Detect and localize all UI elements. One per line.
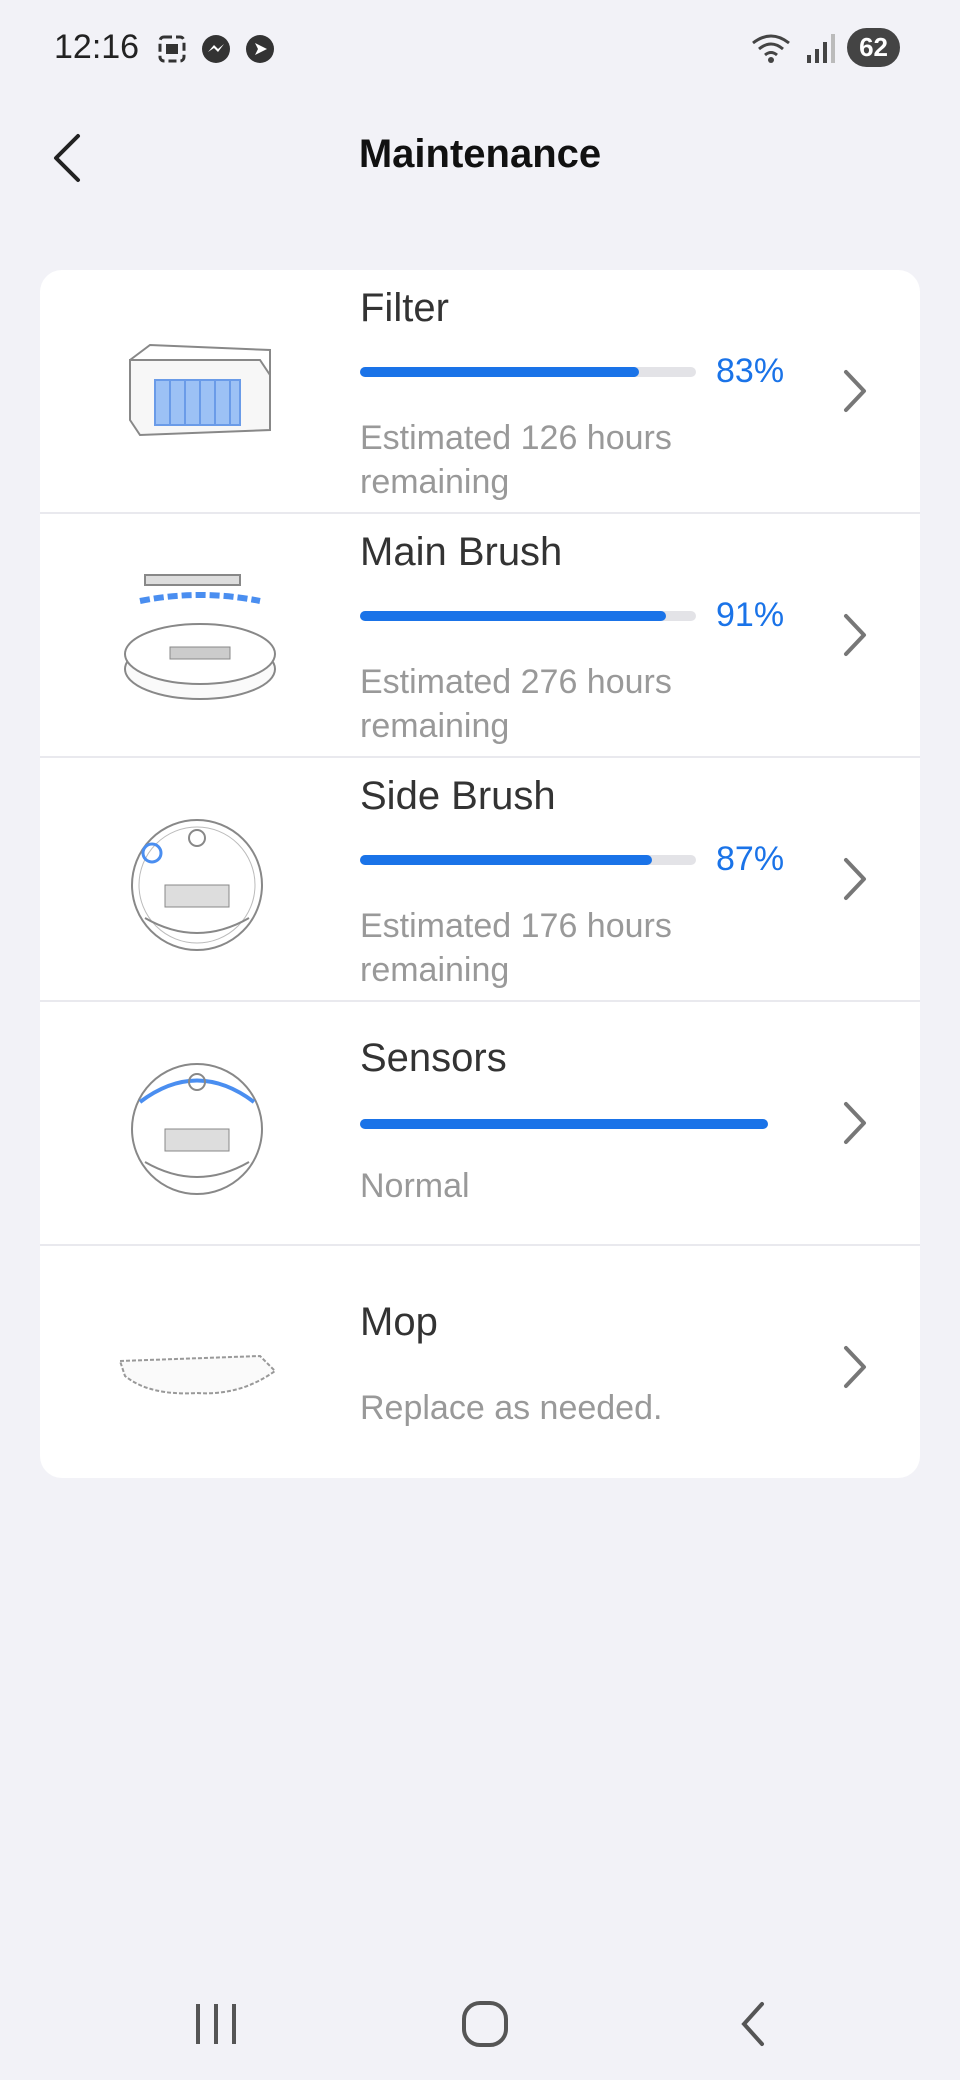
list-item-sensors[interactable]: Sensors Normal — [40, 1002, 920, 1246]
system-navigation-bar — [0, 1960, 960, 2080]
mop-illustration — [118, 1354, 277, 1395]
item-name: Filter — [360, 286, 449, 330]
chevron-right-icon — [844, 370, 866, 412]
item-description: Estimated 126 hours remaining — [360, 419, 672, 501]
item-percent: 87% — [716, 840, 785, 878]
item-name: Sensors — [360, 1036, 507, 1080]
recent-apps-icon[interactable] — [186, 1994, 246, 2054]
home-icon[interactable] — [455, 1994, 515, 2054]
main-brush-illustration — [124, 574, 276, 700]
progress-bar — [360, 1119, 768, 1129]
item-description: Estimated 176 hours remaining — [360, 907, 672, 989]
chevron-right-icon — [844, 858, 866, 900]
progress-bar — [360, 855, 696, 865]
list-item-filter[interactable]: Filter 83% Estimated 126 hours remaining — [40, 270, 920, 514]
item-description: Normal — [360, 1167, 470, 1205]
filter-illustration — [129, 343, 271, 437]
chevron-right-icon — [844, 1102, 866, 1144]
progress-fill — [360, 1119, 768, 1129]
header: Maintenance — [0, 110, 960, 210]
app-notification-icon — [246, 35, 274, 63]
chevron-right-icon — [844, 1346, 866, 1388]
side-brush-illustration — [131, 819, 263, 951]
messenger-icon — [202, 35, 230, 63]
progress-bar — [360, 367, 696, 377]
item-description: Replace as needed. — [360, 1389, 663, 1427]
progress-fill — [360, 367, 639, 377]
chevron-right-icon — [844, 614, 866, 656]
list-item-side-brush[interactable]: Side Brush 87% Estimated 176 hours remai… — [40, 758, 920, 1002]
item-description: Estimated 276 hours remaining — [360, 663, 672, 745]
list-item-mop[interactable]: Mop Replace as needed. — [40, 1246, 920, 1478]
back-icon[interactable] — [724, 1994, 784, 2054]
progress-fill — [360, 611, 666, 621]
screenshot-icon — [158, 35, 186, 63]
signal-icon — [807, 33, 836, 63]
progress-fill — [360, 855, 653, 865]
wifi-icon — [752, 34, 790, 63]
status-bar: 12:16 62 — [0, 0, 960, 100]
sensors-illustration — [131, 1063, 263, 1195]
status-time: 12:16 — [54, 28, 140, 66]
item-name: Main Brush — [360, 530, 563, 574]
system-icons: 62 — [749, 28, 900, 67]
list-item-main-brush[interactable]: Main Brush 91% Estimated 276 hours remai… — [40, 514, 920, 758]
maintenance-list: Filter 83% Estimated 126 hours remaining… — [40, 270, 920, 1478]
item-name: Mop — [360, 1300, 438, 1344]
item-name: Side Brush — [360, 774, 556, 818]
page-title: Maintenance — [358, 132, 602, 176]
battery-indicator: 62 — [847, 28, 900, 67]
notification-icons — [155, 32, 277, 66]
item-percent: 83% — [716, 352, 785, 390]
item-percent: 91% — [716, 596, 785, 634]
progress-bar — [360, 611, 696, 621]
